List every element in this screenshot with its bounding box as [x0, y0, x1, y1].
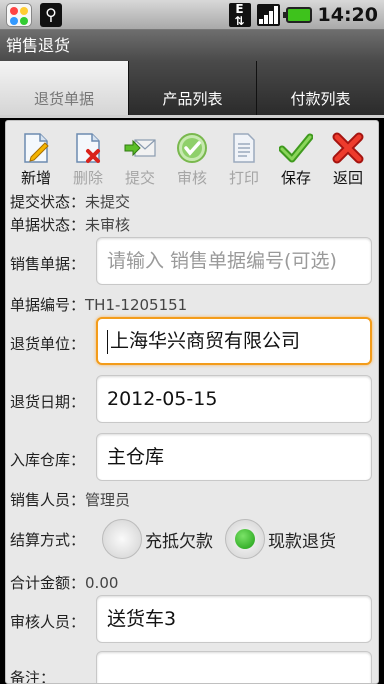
- form-panel: 新增 删除 提交 审核 打印 保存 返回 提交状态：未提交 单据状态：未审核 销…: [5, 120, 379, 684]
- salesperson: 销售人员：管理员: [10, 489, 130, 510]
- tab-underline: [0, 115, 384, 118]
- auditor-input[interactable]: 送货车3: [96, 595, 372, 643]
- page-title: 销售退货: [0, 30, 384, 61]
- tab-label: 退货单据: [33, 90, 94, 108]
- back-cross-icon: [332, 132, 364, 164]
- save-check-icon: [279, 133, 313, 163]
- sales-doc-input[interactable]: 请输入 销售单据编号(可选): [96, 237, 372, 285]
- auditor-label: 审核人员：: [10, 613, 86, 631]
- submit-button[interactable]: 提交: [116, 127, 164, 189]
- radio-label: 充抵欠款: [145, 531, 213, 552]
- doc-no: 单据编号：TH1-1205151: [10, 294, 187, 315]
- tool-label: 审核: [176, 169, 207, 187]
- radio-offset-debt[interactable]: 充抵欠款: [102, 519, 213, 559]
- audit-button[interactable]: 审核: [168, 127, 216, 189]
- delete-document-icon: [76, 133, 100, 163]
- return-unit-value: 上海华兴商贸有限公司: [110, 330, 301, 352]
- submit-status-label: 提交状态：: [10, 193, 86, 211]
- doc-status: 单据状态：未审核: [10, 214, 130, 235]
- signal-icon: [256, 4, 280, 26]
- clock: 14:20: [317, 4, 378, 26]
- submit-status-value: 未提交: [85, 193, 131, 211]
- submit-status: 提交状态：未提交: [10, 191, 130, 212]
- tool-label: 新增: [20, 169, 51, 187]
- return-unit-label: 退货单位：: [10, 335, 86, 353]
- print-document-icon: [233, 133, 255, 163]
- doc-no-label: 单据编号：: [10, 296, 86, 314]
- radio-cash-refund[interactable]: 现款退货: [225, 519, 336, 559]
- network-type-icon: E ⇅: [228, 3, 251, 27]
- tab-label: 付款列表: [290, 90, 351, 108]
- doc-no-value: TH1-1205151: [85, 296, 188, 314]
- return-date-label: 退货日期：: [10, 393, 86, 411]
- radio-button-selected: [225, 519, 265, 559]
- print-button[interactable]: 打印: [220, 127, 268, 189]
- tool-label: 打印: [228, 169, 259, 187]
- remark-input[interactable]: [96, 651, 372, 683]
- return-date-input[interactable]: 2012-05-15: [96, 375, 372, 423]
- settlement-label: 结算方式：: [10, 531, 86, 549]
- tab-return-document[interactable]: 退货单据: [0, 61, 128, 115]
- usb-icon: ⚲: [40, 3, 62, 27]
- app-notification-icon: [6, 3, 32, 27]
- remark-label: 备注：: [10, 669, 56, 684]
- back-button[interactable]: 返回: [324, 127, 372, 189]
- radio-label: 现款退货: [268, 531, 336, 552]
- radio-button: [102, 519, 142, 559]
- total-label: 合计金额：: [10, 574, 86, 592]
- status-bar: ⚲ E ⇅ 14:20: [0, 0, 384, 30]
- tab-payment-list[interactable]: 付款列表: [256, 61, 384, 115]
- submit-envelope-icon: [124, 139, 156, 157]
- tab-label: 产品列表: [162, 90, 223, 108]
- toolbar: 新增 删除 提交 审核 打印 保存 返回: [6, 127, 378, 189]
- tab-product-list[interactable]: 产品列表: [128, 61, 256, 115]
- salesperson-label: 销售人员：: [10, 491, 86, 509]
- save-button[interactable]: 保存: [272, 127, 320, 189]
- audit-check-icon: [177, 133, 207, 163]
- tab-bar: 退货单据 产品列表 付款列表: [0, 61, 384, 115]
- sales-doc-label: 销售单据：: [10, 255, 86, 273]
- doc-status-value: 未审核: [85, 216, 131, 234]
- text-caret: [107, 329, 108, 354]
- tool-label: 保存: [280, 169, 311, 187]
- new-button[interactable]: 新增: [12, 127, 60, 189]
- tool-label: 删除: [72, 169, 103, 187]
- total-value: 0.00: [85, 574, 119, 592]
- doc-status-label: 单据状态：: [10, 216, 86, 234]
- battery-icon: [282, 7, 312, 23]
- new-document-icon: [24, 133, 49, 163]
- warehouse-input[interactable]: 主仓库: [96, 433, 372, 481]
- delete-button[interactable]: 删除: [64, 127, 112, 189]
- return-unit-input[interactable]: 上海华兴商贸有限公司: [96, 317, 372, 365]
- salesperson-value: 管理员: [85, 491, 131, 509]
- tool-label: 返回: [332, 169, 363, 187]
- total-amount: 合计金额：0.00: [10, 572, 118, 593]
- tool-label: 提交: [124, 169, 155, 187]
- warehouse-label: 入库仓库：: [10, 451, 86, 469]
